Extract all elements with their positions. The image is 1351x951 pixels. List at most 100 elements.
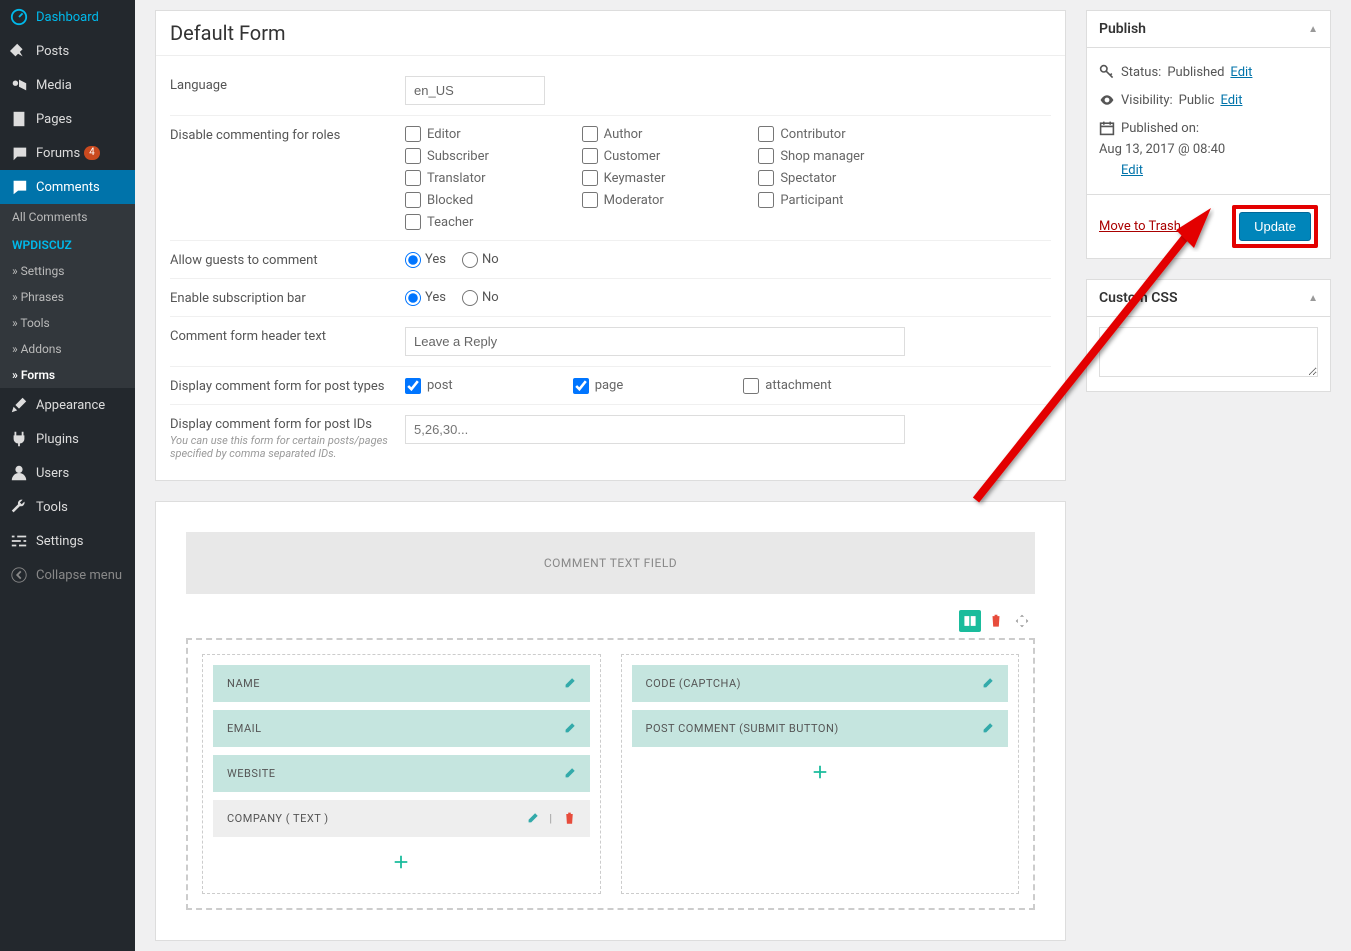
sidebar-item-pages[interactable]: Pages <box>0 102 135 136</box>
post-types-label: Display comment form for post types <box>170 377 405 394</box>
role-checkbox-input[interactable] <box>582 148 598 164</box>
sidebar-item-dashboard[interactable]: Dashboard <box>0 0 135 34</box>
chat-icon <box>10 144 28 162</box>
submenu-tools[interactable]: » Tools <box>0 310 135 336</box>
sidebar-item-label: Settings <box>36 534 83 549</box>
yes-label: Yes <box>425 290 446 305</box>
sidebar-item-label: Forums <box>36 146 80 161</box>
sidebar-item-comments[interactable]: Comments <box>0 170 135 204</box>
enable-sub-no[interactable] <box>462 290 478 306</box>
add-field-button[interactable] <box>632 755 1009 793</box>
comment-text-field: COMMENT TEXT FIELD <box>186 532 1035 594</box>
columns-button[interactable] <box>959 610 981 632</box>
sidebar-item-plugins[interactable]: Plugins <box>0 422 135 456</box>
field-post-ids: Display comment form for post IDs You ca… <box>170 405 1051 470</box>
edit-visibility-link[interactable]: Edit <box>1220 93 1242 108</box>
enable-sub-yes[interactable] <box>405 290 421 306</box>
role-checkbox-teacher: Teacher <box>405 214 572 230</box>
field-chip-name[interactable]: NAME <box>213 665 590 702</box>
role-checkbox-input[interactable] <box>758 170 774 186</box>
sidebar-item-settings[interactable]: Settings <box>0 524 135 558</box>
edit-status-link[interactable]: Edit <box>1230 65 1252 80</box>
role-checkbox-input[interactable] <box>405 148 421 164</box>
role-checkbox-input[interactable] <box>582 170 598 186</box>
add-field-button[interactable] <box>213 845 590 883</box>
sidebar-item-appearance[interactable]: Appearance <box>0 388 135 422</box>
sidebar-item-media[interactable]: Media <box>0 68 135 102</box>
edit-published-link[interactable]: Edit <box>1121 163 1318 178</box>
edit-icon[interactable] <box>563 722 576 735</box>
edit-icon[interactable] <box>526 812 539 825</box>
role-checkbox-input[interactable] <box>405 170 421 186</box>
role-label: Editor <box>427 127 461 142</box>
delete-row-button[interactable] <box>985 610 1007 632</box>
form-title: Default Form <box>156 11 1065 56</box>
role-label: Translator <box>427 171 486 186</box>
role-checkbox-subscriber: Subscriber <box>405 148 572 164</box>
status-label: Status: <box>1121 65 1161 80</box>
forums-badge: 4 <box>84 146 100 160</box>
role-checkbox-input[interactable] <box>405 192 421 208</box>
user-icon <box>10 464 28 482</box>
sidebar-item-collapse[interactable]: Collapse menu <box>0 558 135 592</box>
allow-guests-no[interactable] <box>462 252 478 268</box>
role-label: Shop manager <box>780 149 864 164</box>
field-chip-company-text-[interactable]: COMPANY ( TEXT )| <box>213 800 590 837</box>
post-ids-input[interactable] <box>405 415 905 444</box>
edit-icon[interactable] <box>981 677 994 690</box>
role-checkbox-input[interactable] <box>758 126 774 142</box>
update-button[interactable]: Update <box>1239 212 1311 241</box>
allow-guests-yes[interactable] <box>405 252 421 268</box>
role-checkbox-blocked: Blocked <box>405 192 572 208</box>
delete-icon[interactable] <box>563 812 576 825</box>
field-chip-code-captcha-[interactable]: CODE (CAPTCHA) <box>632 665 1009 702</box>
custom-css-header[interactable]: Custom CSS ▲ <box>1087 280 1330 317</box>
move-row-button[interactable] <box>1011 610 1033 632</box>
sidebar-item-label: Users <box>36 466 69 481</box>
sidebar-item-tools[interactable]: Tools <box>0 490 135 524</box>
sidebar-submenu: All Comments WPDISCUZ » Settings » Phras… <box>0 204 135 388</box>
edit-icon[interactable] <box>981 722 994 735</box>
post-type-checkbox[interactable] <box>743 378 759 394</box>
role-checkbox-input[interactable] <box>405 126 421 142</box>
sidebar-item-forums[interactable]: Forums 4 <box>0 136 135 170</box>
sidebar-item-users[interactable]: Users <box>0 456 135 490</box>
builder-column-1: NAME EMAIL WEBSITE COMPANY ( TEXT )| <box>202 654 601 894</box>
submenu-phrases[interactable]: » Phrases <box>0 284 135 310</box>
submenu-all-comments[interactable]: All Comments <box>0 204 135 230</box>
brush-icon <box>10 396 28 414</box>
sliders-icon <box>10 532 28 550</box>
edit-icon[interactable] <box>563 767 576 780</box>
submenu-forms[interactable]: » Forms <box>0 362 135 388</box>
sidebar-item-label: Pages <box>36 112 72 127</box>
field-chip-label: EMAIL <box>227 722 262 735</box>
toggle-icon: ▲ <box>1308 293 1318 304</box>
header-text-input[interactable] <box>405 327 905 356</box>
post-type-checkbox[interactable] <box>405 378 421 394</box>
language-input[interactable] <box>405 76 545 105</box>
role-checkbox-input[interactable] <box>405 214 421 230</box>
post-type-checkbox[interactable] <box>573 378 589 394</box>
field-chip-email[interactable]: EMAIL <box>213 710 590 747</box>
submenu-addons[interactable]: » Addons <box>0 336 135 362</box>
edit-icon[interactable] <box>563 677 576 690</box>
calendar-icon <box>1099 120 1115 136</box>
publish-box-header[interactable]: Publish ▲ <box>1087 11 1330 48</box>
field-chip-website[interactable]: WEBSITE <box>213 755 590 792</box>
role-checkbox-input[interactable] <box>582 192 598 208</box>
move-to-trash-link[interactable]: Move to Trash <box>1099 219 1181 234</box>
submenu-settings[interactable]: » Settings <box>0 258 135 284</box>
publish-box: Publish ▲ Status: Published Edit Visibil… <box>1086 10 1331 259</box>
sidebar-item-posts[interactable]: Posts <box>0 34 135 68</box>
media-icon <box>10 76 28 94</box>
form-builder: COMMENT TEXT FIELD NAME EMAIL WEBSITE COMPA… <box>155 501 1066 941</box>
published-value: Aug 13, 2017 @ 08:40 <box>1099 142 1225 157</box>
role-checkbox-input[interactable] <box>758 192 774 208</box>
sidebar-item-label: Plugins <box>36 432 79 447</box>
pin-icon <box>10 42 28 60</box>
custom-css-textarea[interactable] <box>1099 327 1318 377</box>
sidebar-item-label: Media <box>36 78 72 93</box>
field-chip-post-comment-submit-button-[interactable]: POST COMMENT (SUBMIT BUTTON) <box>632 710 1009 747</box>
role-checkbox-input[interactable] <box>758 148 774 164</box>
role-checkbox-input[interactable] <box>582 126 598 142</box>
